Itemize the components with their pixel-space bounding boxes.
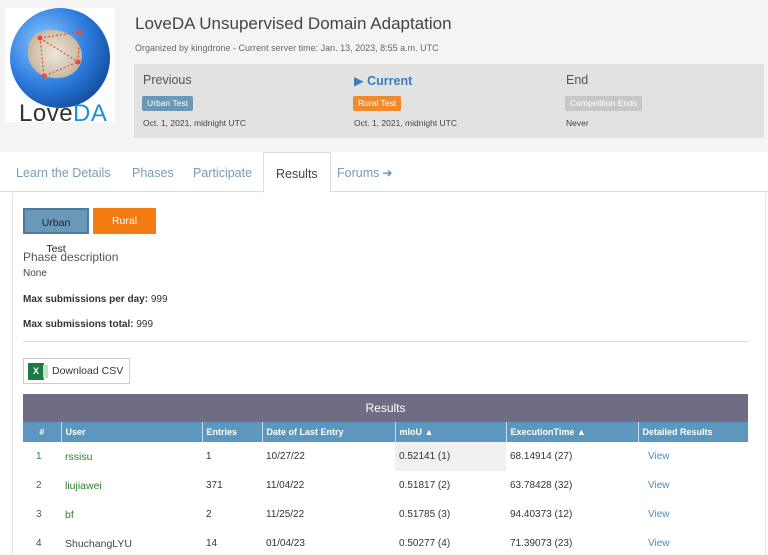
organizer-line: Organized by kingdrone - Current server … [135, 43, 439, 53]
date-cell: 01/04/23 [262, 529, 395, 555]
rank-cell: 3 [36, 509, 42, 520]
col-date[interactable]: Date of Last Entry [262, 422, 396, 442]
execution-time-cell: 63.78428 (32) [506, 471, 638, 500]
loveda-logo: LoveDA [5, 8, 115, 127]
miou-cell: 0.51785 (3) [399, 509, 451, 520]
date-cell: 11/04/22 [262, 471, 395, 500]
miou-cell: 0.50277 (4) [395, 529, 506, 555]
divider [23, 341, 749, 342]
table-row: 4 ShuchangLYU 14 01/04/23 0.50277 (4) 71… [23, 529, 748, 555]
user-link[interactable]: liujiawei [61, 471, 202, 500]
results-header-row: # User Entries Date of Last Entry mIoU ▲… [23, 422, 748, 442]
phase-date: Oct. 1, 2021, midnight UTC [143, 118, 246, 128]
entries-cell: 1 [206, 451, 212, 462]
phase-timeline: Previous Urban Test Oct. 1, 2021, midnig… [134, 64, 764, 138]
download-csv-label: Download CSV [52, 365, 124, 377]
globe-icon [10, 8, 110, 108]
execution-time-cell: 71.39073 (23) [506, 529, 638, 555]
phase-description: None [23, 268, 47, 279]
phase-badge: Rural Test [353, 96, 402, 111]
col-miou[interactable]: mIoU ▲ [395, 422, 507, 442]
sign-in-icon: ➔ [382, 166, 393, 180]
excel-icon: X [28, 363, 48, 380]
date-cell: 10/27/22 [266, 451, 305, 462]
col-execution-time[interactable]: ExecutionTime ▲ [506, 422, 639, 442]
col-entries[interactable]: Entries [202, 422, 263, 442]
download-csv-button[interactable]: X Download CSV [23, 358, 130, 384]
col-detailed-results[interactable]: Detailed Results [638, 422, 748, 442]
execution-time-cell: 94.40373 (12) [510, 509, 573, 520]
results-panel: Urban Test Rural Test Phase description … [12, 193, 766, 555]
phase-date: Never [566, 118, 589, 128]
view-link[interactable]: View [638, 471, 748, 500]
logo-text: LoveDA [19, 100, 108, 127]
phase-name: ▶ Current [354, 74, 413, 88]
entries-cell: 14 [202, 529, 262, 555]
user-cell: ShuchangLYU [61, 529, 202, 555]
phase-end: End Competition Ends Never [557, 64, 757, 138]
rural-test-button[interactable]: Rural Test [93, 208, 156, 253]
execution-time-cell: 68.14914 (27) [510, 451, 573, 462]
entries-cell: 371 [202, 471, 262, 500]
phase-name: End [566, 73, 589, 87]
phase-description-label: Phase description [23, 250, 119, 264]
competition-header: LoveDA LoveDA Unsupervised Domain Adapta… [0, 0, 768, 152]
sort-asc-icon: ▲ [424, 427, 434, 437]
competition-tabs: Learn the Details Phases Participate Res… [0, 152, 768, 193]
user-link[interactable]: bf [61, 500, 202, 529]
rank-cell: 1 [36, 451, 42, 462]
table-row: 2 liujiawei 371 11/04/22 0.51817 (2) 63.… [23, 471, 748, 500]
user-link[interactable]: rssisu [61, 442, 202, 471]
play-icon: ▶ [354, 74, 364, 88]
max-submissions-total: Max submissions total: 999 [23, 319, 154, 330]
phase-badge: Competition Ends [565, 96, 643, 111]
phase-name: Previous [143, 73, 192, 87]
urban-test-button[interactable]: Urban Test [23, 208, 89, 255]
tab-phases[interactable]: Phases [120, 152, 186, 192]
tab-participate[interactable]: Participate [181, 152, 264, 192]
rank-cell: 2 [23, 471, 61, 500]
view-link[interactable]: View [638, 500, 748, 529]
rank-cell: 4 [23, 529, 61, 555]
max-submissions-per-day: Max submissions per day: 999 [23, 294, 168, 305]
table-row: 3 bf 2 11/25/22 0.51785 (3) 94.40373 (12… [23, 500, 748, 529]
entries-cell: 2 [206, 509, 212, 520]
miou-cell: 0.51817 (2) [395, 471, 506, 500]
tab-learn-the-details[interactable]: Learn the Details [4, 152, 123, 192]
page-title: LoveDA Unsupervised Domain Adaptation [135, 14, 452, 33]
phase-previous: Previous Urban Test Oct. 1, 2021, midnig… [134, 64, 334, 138]
miou-cell: 0.52141 (1) [395, 442, 506, 471]
phase-badge: Urban Test [142, 96, 193, 111]
tab-results[interactable]: Results [263, 152, 331, 193]
phase-current: ▶ Current Rural Test Oct. 1, 2021, midni… [345, 64, 545, 138]
table-row: 1 rssisu 1 10/27/22 0.52141 (1) 68.14914… [23, 442, 748, 471]
results-table: Results # User Entries Date of Last Entr… [23, 394, 748, 555]
tab-forums[interactable]: Forums ➔ [325, 152, 404, 192]
date-cell: 11/25/22 [266, 509, 305, 520]
col-rank[interactable]: # [23, 422, 62, 442]
col-user[interactable]: User [61, 422, 203, 442]
view-link[interactable]: View [638, 529, 748, 555]
results-title: Results [23, 394, 748, 422]
sort-asc-icon: ▲ [576, 427, 586, 437]
phase-date: Oct. 1, 2021, midnight UTC [354, 118, 457, 128]
view-link[interactable]: View [638, 442, 748, 471]
